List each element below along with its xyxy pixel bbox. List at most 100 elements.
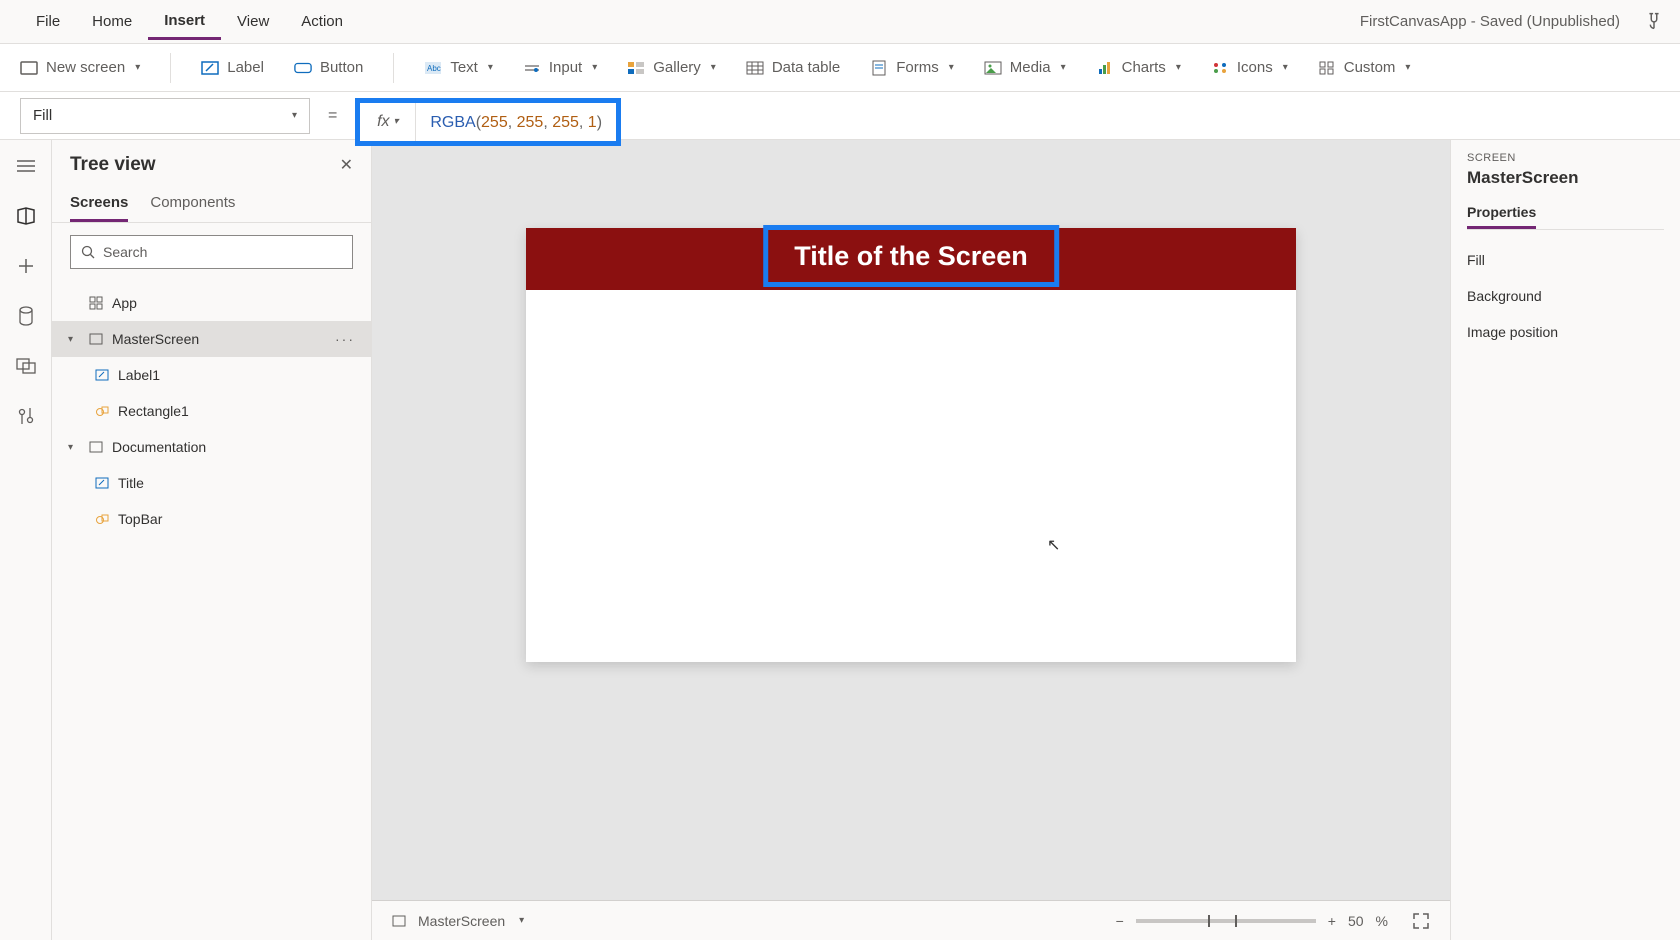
screen-preview[interactable]: Title of the Screen [526, 228, 1296, 662]
text-button[interactable]: Abc Text ▾ [424, 59, 493, 77]
hamburger-icon[interactable] [14, 154, 38, 178]
divider [393, 53, 394, 83]
zoom-unit: % [1376, 913, 1388, 929]
menu-view[interactable]: View [221, 5, 285, 38]
property-row-background[interactable]: Background [1467, 278, 1664, 314]
charts-btn-text: Charts [1122, 59, 1166, 76]
label-icon [201, 59, 219, 77]
tree-node-label1[interactable]: Label1 [52, 357, 371, 393]
menu-action[interactable]: Action [285, 5, 359, 38]
input-btn-text: Input [549, 59, 582, 76]
app-title: FirstCanvasApp - Saved (Unpublished) [1360, 13, 1620, 30]
button-button[interactable]: Button [294, 59, 363, 77]
text-icon: Abc [424, 59, 442, 77]
media-button[interactable]: Media ▾ [984, 59, 1066, 77]
panel-kind: SCREEN [1467, 152, 1664, 164]
table-icon [746, 59, 764, 77]
app-icon [88, 295, 104, 311]
fx-button[interactable]: fx▾ [360, 103, 416, 141]
menu-file[interactable]: File [20, 5, 76, 38]
media-rail-icon[interactable] [14, 354, 38, 378]
menu-home[interactable]: Home [76, 5, 148, 38]
label-btn-text: Label [227, 59, 264, 76]
label-button[interactable]: Label [201, 59, 264, 77]
tree-node-topbar[interactable]: TopBar [52, 501, 371, 537]
panel-tabs: Properties [1467, 198, 1664, 230]
canvas-area: Title of the Screen ↖ MasterScreen ▾ − +… [372, 140, 1450, 940]
property-selector[interactable]: Fill ▾ [20, 98, 310, 134]
media-btn-text: Media [1010, 59, 1051, 76]
tree-node-rectangle1[interactable]: Rectangle1 [52, 393, 371, 429]
canvas-stage[interactable]: Title of the Screen [372, 140, 1450, 900]
button-btn-text: Button [320, 59, 363, 76]
tree-label: Documentation [112, 439, 206, 455]
ribbon-toolbar: New screen ▾ Label Button Abc Text ▾ Inp… [0, 44, 1680, 92]
zoom-control: − + 50 % [1116, 912, 1430, 930]
more-icon[interactable]: ··· [335, 331, 355, 347]
data-table-button[interactable]: Data table [746, 59, 840, 77]
chevron-down-icon[interactable]: ▾ [519, 915, 524, 926]
tree-node-masterscreen[interactable]: ▾ MasterScreen ··· [52, 321, 371, 357]
tree-label: Label1 [118, 367, 160, 383]
custom-icon [1318, 59, 1336, 77]
tab-properties[interactable]: Properties [1467, 198, 1536, 229]
tree-title: Tree view [70, 154, 156, 176]
tree-node-title[interactable]: Title [52, 465, 371, 501]
formula-extend[interactable] [633, 98, 1660, 134]
input-button[interactable]: Input ▾ [523, 59, 597, 77]
tree-label: App [112, 295, 137, 311]
app-checker-icon[interactable] [1643, 10, 1665, 32]
screen-node-icon [392, 915, 406, 927]
breadcrumb[interactable]: MasterScreen [418, 913, 505, 929]
chevron-down-icon: ▾ [394, 116, 399, 127]
tree-node-documentation[interactable]: ▾ Documentation [52, 429, 371, 465]
svg-text:Abc: Abc [427, 64, 441, 73]
tree-view-icon[interactable] [14, 204, 38, 228]
tools-icon[interactable] [14, 404, 38, 428]
property-name: Fill [33, 107, 52, 124]
label-node-icon [94, 367, 110, 383]
custom-button[interactable]: Custom ▾ [1318, 59, 1411, 77]
zoom-in-button[interactable]: + [1328, 913, 1336, 929]
gallery-button[interactable]: Gallery ▾ [627, 59, 716, 77]
chevron-down-icon[interactable]: ▾ [68, 442, 80, 453]
forms-button[interactable]: Forms ▾ [870, 59, 954, 77]
divider [170, 53, 171, 83]
tab-components[interactable]: Components [150, 186, 235, 222]
property-row-image-position[interactable]: Image position [1467, 314, 1664, 350]
chevron-down-icon: ▾ [592, 62, 597, 73]
chevron-down-icon: ▾ [135, 62, 140, 73]
new-screen-label: New screen [46, 59, 125, 76]
panel-object-name: MasterScreen [1467, 168, 1664, 188]
tab-screens[interactable]: Screens [70, 186, 128, 222]
new-screen-button[interactable]: New screen ▾ [20, 59, 140, 77]
forms-icon [870, 59, 888, 77]
chevron-down-icon[interactable]: ▾ [68, 334, 80, 345]
chevron-down-icon: ▾ [1405, 62, 1410, 73]
chevron-down-icon: ▾ [1061, 62, 1066, 73]
tree-header: Tree view ✕ [52, 140, 371, 186]
gallery-btn-text: Gallery [653, 59, 701, 76]
formula-input[interactable]: RGBA(255, 255, 255, 1) [416, 112, 616, 132]
icons-button[interactable]: Icons ▾ [1211, 59, 1288, 77]
data-icon[interactable] [14, 304, 38, 328]
tree-node-app[interactable]: App [52, 285, 371, 321]
fit-to-window-icon[interactable] [1412, 912, 1430, 930]
close-icon[interactable]: ✕ [340, 155, 353, 175]
data-table-btn-text: Data table [772, 59, 840, 76]
charts-button[interactable]: Charts ▾ [1096, 59, 1181, 77]
zoom-out-button[interactable]: − [1116, 913, 1124, 929]
tree-body: App ▾ MasterScreen ··· Label1 Rectangle1… [52, 281, 371, 940]
screen-node-icon [88, 439, 104, 455]
property-row-fill[interactable]: Fill [1467, 242, 1664, 278]
screen-icon [20, 59, 38, 77]
tree-tabs: Screens Components [52, 186, 371, 223]
main-layout: Tree view ✕ Screens Components Search Ap… [0, 140, 1680, 940]
tree-search-input[interactable]: Search [70, 235, 353, 269]
title-label-highlight[interactable]: Title of the Screen [763, 225, 1059, 287]
menu-insert[interactable]: Insert [148, 4, 221, 40]
insert-plus-icon[interactable] [14, 254, 38, 278]
tree-view-panel: Tree view ✕ Screens Components Search Ap… [52, 140, 372, 940]
zoom-slider[interactable] [1136, 919, 1316, 923]
search-placeholder: Search [103, 244, 147, 260]
